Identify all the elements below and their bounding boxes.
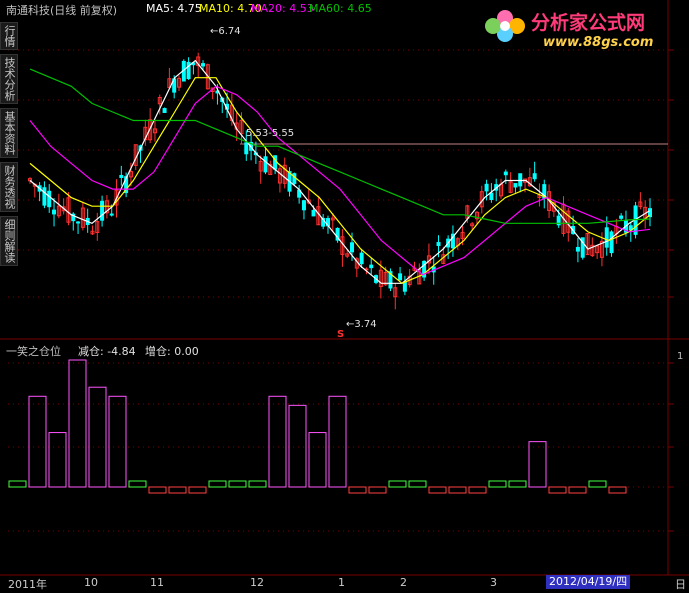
indicator-bar [468, 486, 487, 494]
candle-body [484, 183, 489, 192]
x-label-12: 12 [250, 576, 264, 589]
indicator-bar [428, 486, 447, 494]
sell-marker: S [337, 329, 345, 340]
candle-body [42, 187, 47, 206]
indicator-bar [548, 486, 567, 494]
indicator-bar [588, 480, 607, 488]
x-label-11: 11 [150, 576, 164, 589]
candle-body [76, 221, 81, 224]
period-label: 日 [675, 578, 686, 591]
side-tabs: 行情 技术分析 基本资料 财务透视 细则解读 [0, 22, 18, 270]
indicator-bar [288, 404, 307, 488]
candle-body [489, 192, 494, 201]
candle-body [244, 142, 249, 155]
indicator-bar [48, 432, 67, 488]
indicator-bar [308, 432, 327, 488]
indicator-bar [488, 480, 507, 488]
candle-body [52, 209, 57, 215]
candle-body [513, 183, 518, 188]
indicator-bar [268, 395, 287, 488]
indicator-bar [368, 486, 387, 494]
indicator-bar [68, 359, 87, 488]
indicator-bar [148, 486, 167, 494]
right-axis-label: 1 [677, 351, 684, 362]
cursor-date-badge: 2012/04/19/四 [546, 575, 631, 589]
x-label-3: 3 [490, 576, 497, 589]
candle-body [119, 174, 124, 178]
side-tab-technical[interactable]: 技术分析 [0, 54, 18, 104]
x-label-10: 10 [84, 576, 98, 589]
chart-canvas [0, 0, 689, 576]
candle-body [436, 242, 441, 246]
indicator-bar [528, 441, 547, 488]
indicator-bar [228, 480, 247, 488]
indicator-name: 一笑之仓位 [6, 345, 61, 358]
ma60-label: MA60: 4.65 [309, 2, 372, 15]
indicator-bar [508, 480, 527, 488]
candle-body [503, 171, 508, 176]
candle-body [109, 213, 114, 216]
indicator-bar [168, 486, 187, 494]
candle-body [369, 264, 374, 269]
logo-url: www.88gs.com [543, 35, 654, 50]
indicator-bar [408, 480, 427, 488]
indicator-bar [248, 480, 267, 488]
indicator-bar [608, 486, 627, 494]
add-position-label: 增仓: 0.00 [145, 345, 199, 358]
stock-title: 南通科技(日线 前复权) [6, 4, 118, 17]
candle-body [604, 227, 609, 248]
x-label-1: 1 [338, 576, 345, 589]
candle-body [350, 242, 355, 253]
candles [28, 52, 652, 310]
ma20-label: MA20: 4.53 [251, 2, 314, 15]
candle-body [100, 200, 105, 221]
side-tab-finance[interactable]: 财务透视 [0, 162, 18, 212]
candle-body [575, 246, 580, 252]
site-logo: 分析家公式网 www.88gs.com [483, 4, 683, 56]
low-price-label: ←3.74 [346, 319, 377, 330]
logo-title: 分析家公式网 [531, 12, 646, 34]
candle-body [518, 173, 523, 187]
ma-line-ma10 [29, 77, 651, 284]
candle-body [619, 215, 624, 219]
indicator-histogram [8, 359, 627, 494]
indicator-bar [88, 386, 107, 488]
candle-body [47, 190, 52, 208]
candle-body [263, 156, 268, 173]
ma-line-ma20 [29, 85, 651, 276]
indicator-bar [128, 480, 147, 488]
ma5-label: MA5: 4.75 [146, 2, 202, 15]
indicator-bar [8, 480, 27, 488]
side-tab-rules[interactable]: 细则解读 [0, 216, 18, 266]
candle-body [311, 209, 316, 217]
reduce-position-label: 减仓: -4.84 [78, 345, 136, 358]
candle-body [532, 173, 537, 180]
high-price-label: ←6.74 [210, 26, 241, 37]
range-label: 5.53-5.55 [246, 128, 295, 139]
indicator-bar [28, 395, 47, 488]
candle-body [301, 200, 306, 211]
side-tab-quote[interactable]: 行情 [0, 22, 18, 50]
indicator-bar [448, 486, 467, 494]
indicator-bar [568, 486, 587, 494]
x-label-2011: 2011年 [8, 578, 47, 591]
candle-body [162, 108, 167, 113]
candle-body [201, 63, 206, 67]
candle-body [402, 281, 407, 292]
x-label-2: 2 [400, 576, 407, 589]
side-tab-fundamental[interactable]: 基本资料 [0, 108, 18, 158]
indicator-bar [328, 395, 347, 488]
stock-chart: 南通科技(日线 前复权) MA5: 4.75 MA10: 4.70 MA20: … [0, 0, 689, 591]
indicator-bar [388, 480, 407, 488]
candle-body [398, 273, 403, 281]
indicator-bar [188, 486, 207, 494]
axes [668, 49, 674, 532]
candle-body [359, 252, 364, 265]
indicator-bar [108, 395, 127, 488]
indicator-bar [208, 480, 227, 488]
indicator-bar [348, 486, 367, 494]
candle-body [609, 231, 614, 254]
